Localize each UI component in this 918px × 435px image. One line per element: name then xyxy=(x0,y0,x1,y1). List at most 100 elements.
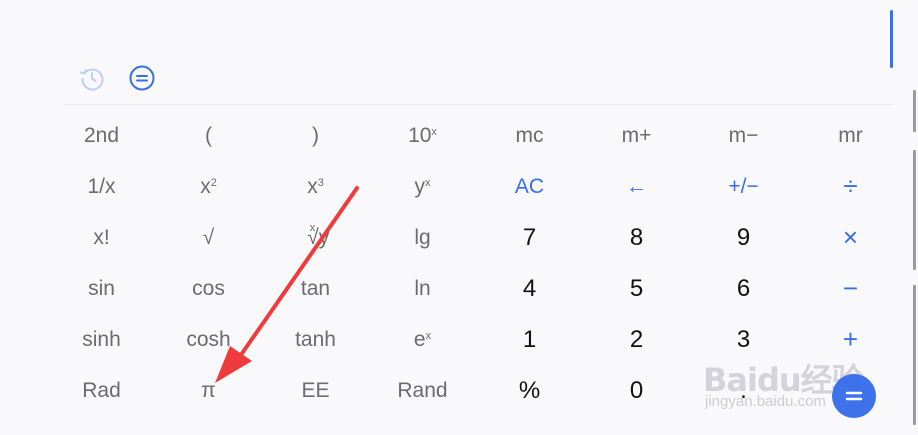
key-label: EE xyxy=(301,378,330,402)
key-label: × xyxy=(842,222,859,252)
edge-line-bottom xyxy=(913,285,916,425)
key-label: 1/x xyxy=(87,174,116,198)
divider xyxy=(64,104,893,105)
key-memory-add[interactable]: m+ xyxy=(583,110,690,161)
key-backspace[interactable]: ← xyxy=(583,161,690,212)
key-tanh[interactable]: tanh xyxy=(262,314,369,365)
key-4[interactable]: 4 xyxy=(476,263,583,314)
key-rad[interactable]: Rad xyxy=(48,365,155,416)
key-pi[interactable]: π xyxy=(155,365,262,416)
key-cosh[interactable]: cosh xyxy=(155,314,262,365)
key-label: Rad xyxy=(82,378,121,402)
key-label: x xyxy=(307,174,318,198)
key-square[interactable]: x2 xyxy=(155,161,262,212)
key-label: ln xyxy=(414,276,431,300)
key-square-root[interactable]: √ xyxy=(155,212,262,263)
watermark-url: jingyan.baidu.com xyxy=(705,393,826,410)
key-subtract[interactable]: − xyxy=(797,263,904,314)
key-label: m− xyxy=(728,123,759,147)
key-label: cos xyxy=(192,276,225,300)
key-8[interactable]: 8 xyxy=(583,212,690,263)
key-label: sin xyxy=(88,276,115,300)
key-open-paren[interactable]: ( xyxy=(155,110,262,161)
key-5[interactable]: 5 xyxy=(583,263,690,314)
equals-menu-icon[interactable] xyxy=(128,64,156,92)
key-label: 6 xyxy=(736,274,751,302)
key-ee[interactable]: EE xyxy=(262,365,369,416)
key-label: Rand xyxy=(397,378,448,402)
key-superscript: x xyxy=(425,329,432,342)
key-percent[interactable]: % xyxy=(476,365,583,416)
key-label: m+ xyxy=(621,123,652,147)
key-label: 0 xyxy=(629,376,644,404)
key-label: 4 xyxy=(522,274,537,302)
key-label: 2 xyxy=(629,325,644,353)
key-label: % xyxy=(518,376,541,404)
key-label: e xyxy=(413,327,426,351)
key-label: AC xyxy=(514,174,545,198)
key-label: 10 xyxy=(408,123,432,147)
scroll-indicator[interactable] xyxy=(890,10,893,68)
key-1[interactable]: 1 xyxy=(476,314,583,365)
equals-icon xyxy=(845,391,863,401)
key-log10[interactable]: lg xyxy=(369,212,476,263)
key-ln[interactable]: ln xyxy=(369,263,476,314)
key-sinh[interactable]: sinh xyxy=(48,314,155,365)
key-cos[interactable]: cos xyxy=(155,263,262,314)
key-6[interactable]: 6 xyxy=(690,263,797,314)
key-multiply[interactable]: × xyxy=(797,212,904,263)
key-rand[interactable]: Rand xyxy=(369,365,476,416)
key-ten-power[interactable]: 10 x xyxy=(369,110,476,161)
key-label: lg xyxy=(414,225,431,249)
key-factorial[interactable]: x! xyxy=(48,212,155,263)
key-superscript: 2 xyxy=(210,176,217,189)
key-tan[interactable]: tan xyxy=(262,263,369,314)
key-label: mr xyxy=(838,123,863,147)
key-label: ← xyxy=(626,174,647,198)
key-label: ( xyxy=(205,123,212,147)
key-0[interactable]: 0 xyxy=(583,365,690,416)
key-superscript: x xyxy=(425,176,431,189)
key-label: 9 xyxy=(736,223,751,251)
key-memory-clear[interactable]: mc xyxy=(476,110,583,161)
key-label: 7 xyxy=(522,223,537,251)
key-label: + xyxy=(842,324,859,354)
key-memory-subtract[interactable]: m− xyxy=(690,110,797,161)
key-sin[interactable]: sin xyxy=(48,263,155,314)
key-7[interactable]: 7 xyxy=(476,212,583,263)
key-2nd[interactable]: 2nd xyxy=(48,110,155,161)
key-e-power[interactable]: ex xyxy=(369,314,476,365)
history-clock-icon[interactable] xyxy=(78,64,106,92)
key-2[interactable]: 2 xyxy=(583,314,690,365)
key-label: +/− xyxy=(728,174,759,198)
key-toggle-sign[interactable]: +/− xyxy=(690,161,797,212)
key-nth-root[interactable]: x √y xyxy=(262,212,369,263)
key-label: sinh xyxy=(82,327,121,351)
equals-fab-button[interactable] xyxy=(832,374,876,418)
key-divide[interactable]: ÷ xyxy=(797,161,904,212)
key-cube[interactable]: x3 xyxy=(262,161,369,212)
key-label: ÷ xyxy=(843,171,858,201)
key-superscript: x xyxy=(309,221,316,234)
key-label: cosh xyxy=(186,327,231,351)
key-label: 8 xyxy=(629,223,644,251)
key-label: − xyxy=(842,273,859,303)
key-y-power[interactable]: yx xyxy=(369,161,476,212)
key-9[interactable]: 9 xyxy=(690,212,797,263)
key-label: π xyxy=(201,378,216,402)
key-label: mc xyxy=(515,123,544,147)
key-label: √ xyxy=(202,225,215,249)
key-label: x xyxy=(200,174,211,198)
key-superscript: x xyxy=(431,125,437,138)
key-label: 2nd xyxy=(83,123,120,147)
key-all-clear[interactable]: AC xyxy=(476,161,583,212)
key-label: y xyxy=(414,174,426,198)
edge-line-middle xyxy=(913,150,916,270)
key-label: 5 xyxy=(629,274,644,302)
key-reciprocal[interactable]: 1/x xyxy=(48,161,155,212)
key-label: 1 xyxy=(522,325,537,353)
key-memory-recall[interactable]: mr xyxy=(797,110,904,161)
key-close-paren[interactable]: ) xyxy=(262,110,369,161)
key-label: ) xyxy=(312,123,319,147)
key-label: 3 xyxy=(736,325,751,353)
